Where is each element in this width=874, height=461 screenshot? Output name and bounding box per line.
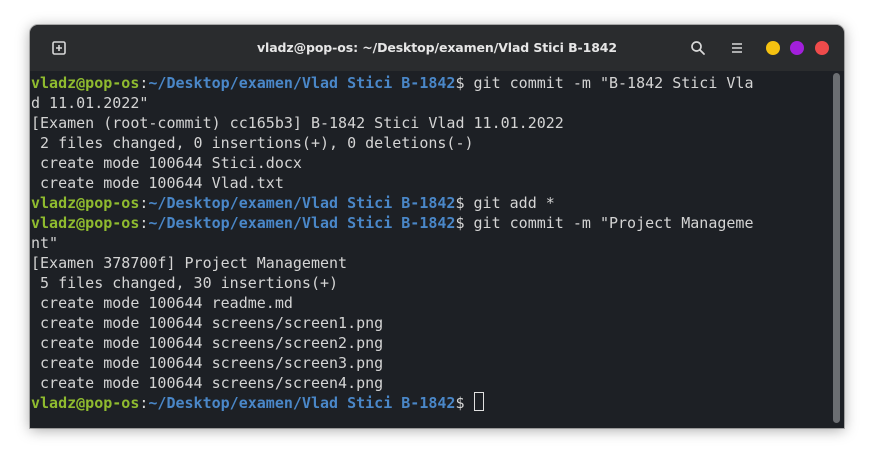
prompt-line: vladz@pop-os:~/Desktop/examen/Vlad Stici… <box>31 73 831 93</box>
hamburger-menu-icon[interactable] <box>727 38 747 58</box>
prompt-line: vladz@pop-os:~/Desktop/examen/Vlad Stici… <box>31 392 831 413</box>
output-line: 2 files changed, 0 insertions(+), 0 dele… <box>31 133 831 153</box>
output-line: nt" <box>31 233 831 253</box>
output-line: create mode 100644 Vlad.txt <box>31 173 831 193</box>
terminal-window: vladz@pop-os: ~/Desktop/examen/Vlad Stic… <box>30 25 844 428</box>
output-line: create mode 100644 screens/screen3.png <box>31 353 831 373</box>
command-text: $ git commit -m "B-1842 Stici Vla <box>455 74 754 92</box>
output-text: 2 files changed, 0 insertions(+), 0 dele… <box>31 134 474 152</box>
terminal-area[interactable]: vladz@pop-os:~/Desktop/examen/Vlad Stici… <box>30 71 844 428</box>
output-text: d 11.01.2022" <box>31 94 149 112</box>
prompt-line: vladz@pop-os:~/Desktop/examen/Vlad Stici… <box>31 193 831 213</box>
maximize-dot-icon[interactable] <box>790 41 804 55</box>
output-text: create mode 100644 screens/screen2.png <box>31 334 384 352</box>
output-text: create mode 100644 screens/screen4.png <box>31 374 384 392</box>
prompt-line: vladz@pop-os:~/Desktop/examen/Vlad Stici… <box>31 213 831 233</box>
output-text: nt" <box>31 234 59 252</box>
prompt-path: ~/Desktop/examen/Vlad Stici B-1842 <box>148 394 456 412</box>
text-cursor <box>473 392 484 411</box>
output-text: create mode 100644 readme.md <box>31 294 293 312</box>
search-icon[interactable] <box>688 38 708 58</box>
minimize-dot-icon[interactable] <box>766 41 780 55</box>
close-dot-icon[interactable] <box>815 41 829 55</box>
output-line: d 11.01.2022" <box>31 93 831 113</box>
prompt-path: ~/Desktop/examen/Vlad Stici B-1842 <box>148 74 456 92</box>
prompt-user: vladz@pop-os <box>31 74 140 92</box>
output-text: [Examen 378700f] Project Management <box>31 254 348 272</box>
command-text: $ <box>455 394 474 412</box>
prompt-path: ~/Desktop/examen/Vlad Stici B-1842 <box>148 214 456 232</box>
output-text: create mode 100644 Vlad.txt <box>31 174 284 192</box>
prompt-user: vladz@pop-os <box>31 214 140 232</box>
window-title: vladz@pop-os: ~/Desktop/examen/Vlad Stic… <box>256 40 617 55</box>
output-text: [Examen (root-commit) cc165b3] B-1842 St… <box>31 114 564 132</box>
command-text: $ git commit -m "Project Manageme <box>455 214 754 232</box>
prompt-user: vladz@pop-os <box>31 194 140 212</box>
output-line: [Examen 378700f] Project Management <box>31 253 831 273</box>
output-line: 5 files changed, 30 insertions(+) <box>31 273 831 293</box>
output-text: create mode 100644 screens/screen3.png <box>31 354 384 372</box>
output-line: create mode 100644 screens/screen4.png <box>31 373 831 393</box>
terminal-output: vladz@pop-os:~/Desktop/examen/Vlad Stici… <box>31 73 831 413</box>
output-line: create mode 100644 Stici.docx <box>31 153 831 173</box>
command-text: $ git add * <box>455 194 555 212</box>
output-text: create mode 100644 screens/screen1.png <box>31 314 384 332</box>
prompt-path: ~/Desktop/examen/Vlad Stici B-1842 <box>148 194 456 212</box>
scrollbar[interactable] <box>833 73 840 423</box>
output-line: create mode 100644 screens/screen2.png <box>31 333 831 353</box>
output-line: create mode 100644 screens/screen1.png <box>31 313 831 333</box>
output-line: create mode 100644 readme.md <box>31 293 831 313</box>
title-bar[interactable]: vladz@pop-os: ~/Desktop/examen/Vlad Stic… <box>30 25 844 71</box>
output-text: 5 files changed, 30 insertions(+) <box>31 274 339 292</box>
output-line: [Examen (root-commit) cc165b3] B-1842 St… <box>31 113 831 133</box>
prompt-user: vladz@pop-os <box>31 394 140 412</box>
output-text: create mode 100644 Stici.docx <box>31 154 302 172</box>
